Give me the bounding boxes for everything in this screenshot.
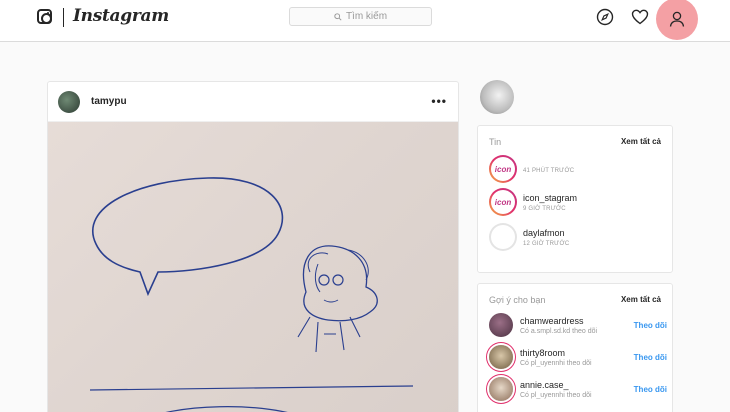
suggestion-username[interactable]: annie.case_ <box>520 380 634 390</box>
suggestion-username[interactable]: thirty8room <box>520 348 634 358</box>
suggestion-item: chamweardress Có a.smpl.sd.kd theo dõi T… <box>489 310 667 340</box>
suggestion-avatar[interactable] <box>489 313 513 337</box>
instagram-wordmark[interactable]: Instagram <box>73 6 169 26</box>
story-avatar: icon <box>491 190 515 214</box>
story-time: 9 GIỜ TRƯỚC <box>523 205 566 212</box>
suggestion-item: thirty8room Có pl_uyennhi theo dõi Theo … <box>489 342 667 372</box>
story-username: icon_stagram <box>523 192 578 203</box>
suggestion-followed-by: Có pl_uyennhi theo dõi <box>520 359 592 367</box>
stories-see-all-link[interactable]: Xem tất cả <box>621 137 661 146</box>
story-avatar-ring: icon <box>489 155 517 183</box>
user-icon <box>669 11 685 27</box>
story-username: daylafmon <box>523 227 565 238</box>
feed-post: tamypu ••• <box>47 81 459 412</box>
story-time: 41 PHÚT TRƯỚC <box>523 167 575 174</box>
follow-button[interactable]: Theo dõi <box>634 321 667 330</box>
suggestions-title: Gợi ý cho bạn <box>489 295 546 305</box>
follow-button[interactable]: Theo dõi <box>634 353 667 362</box>
heart-icon[interactable] <box>631 8 649 26</box>
suggestion-item: annie.case_ Có pl_uyennhi theo dõi Theo … <box>489 374 667 404</box>
suggestion-avatar[interactable] <box>489 377 513 401</box>
compass-icon[interactable] <box>596 8 614 26</box>
suggestion-username[interactable]: chamweardress <box>520 316 634 326</box>
story-avatar-ring: icon <box>489 188 517 216</box>
suggestion-avatar[interactable] <box>489 345 513 369</box>
post-image[interactable] <box>48 122 458 412</box>
story-item[interactable]: daylafmon 12 GIỜ TRƯỚC <box>489 222 669 252</box>
suggestions-see-all-link[interactable]: Xem tất cả <box>621 295 661 304</box>
story-avatar-ring <box>489 223 517 251</box>
current-user-avatar[interactable] <box>480 80 514 114</box>
logo-divider <box>63 8 64 27</box>
story-avatar: icon <box>491 157 515 181</box>
story-item[interactable]: icon 41 PHÚT TRƯỚC <box>489 154 669 184</box>
post-author-avatar[interactable] <box>58 90 80 113</box>
stories-title: Tin <box>489 137 502 147</box>
story-time: 12 GIỜ TRƯỚC <box>523 240 570 247</box>
search-input[interactable]: Tìm kiếm <box>289 7 432 26</box>
follow-button[interactable]: Theo dõi <box>634 385 667 394</box>
instagram-camera-icon[interactable] <box>37 9 52 24</box>
doodle-illustration <box>89 177 414 412</box>
post-header: tamypu <box>48 82 458 122</box>
suggestion-followed-by: Có a.smpl.sd.kd theo dõi <box>520 327 598 335</box>
suggestions-panel: Gợi ý cho bạn Xem tất cả chamweardress C… <box>477 283 673 412</box>
story-avatar <box>491 225 515 249</box>
stories-panel: Tin Xem tất cả icon 41 PHÚT TRƯỚC icon i… <box>477 125 673 273</box>
more-options-icon[interactable]: ••• <box>431 95 447 107</box>
top-nav-bar: Instagram Tìm kiếm <box>0 0 730 42</box>
post-author-username[interactable]: tamypu <box>91 96 127 107</box>
search-placeholder: Tìm kiếm <box>345 11 388 22</box>
profile-button[interactable] <box>656 0 698 40</box>
story-item[interactable]: icon icon_stagram 9 GIỜ TRƯỚC <box>489 187 669 217</box>
search-icon <box>334 12 342 21</box>
suggestion-followed-by: Có pl_uyennhi theo dõi <box>520 391 592 399</box>
